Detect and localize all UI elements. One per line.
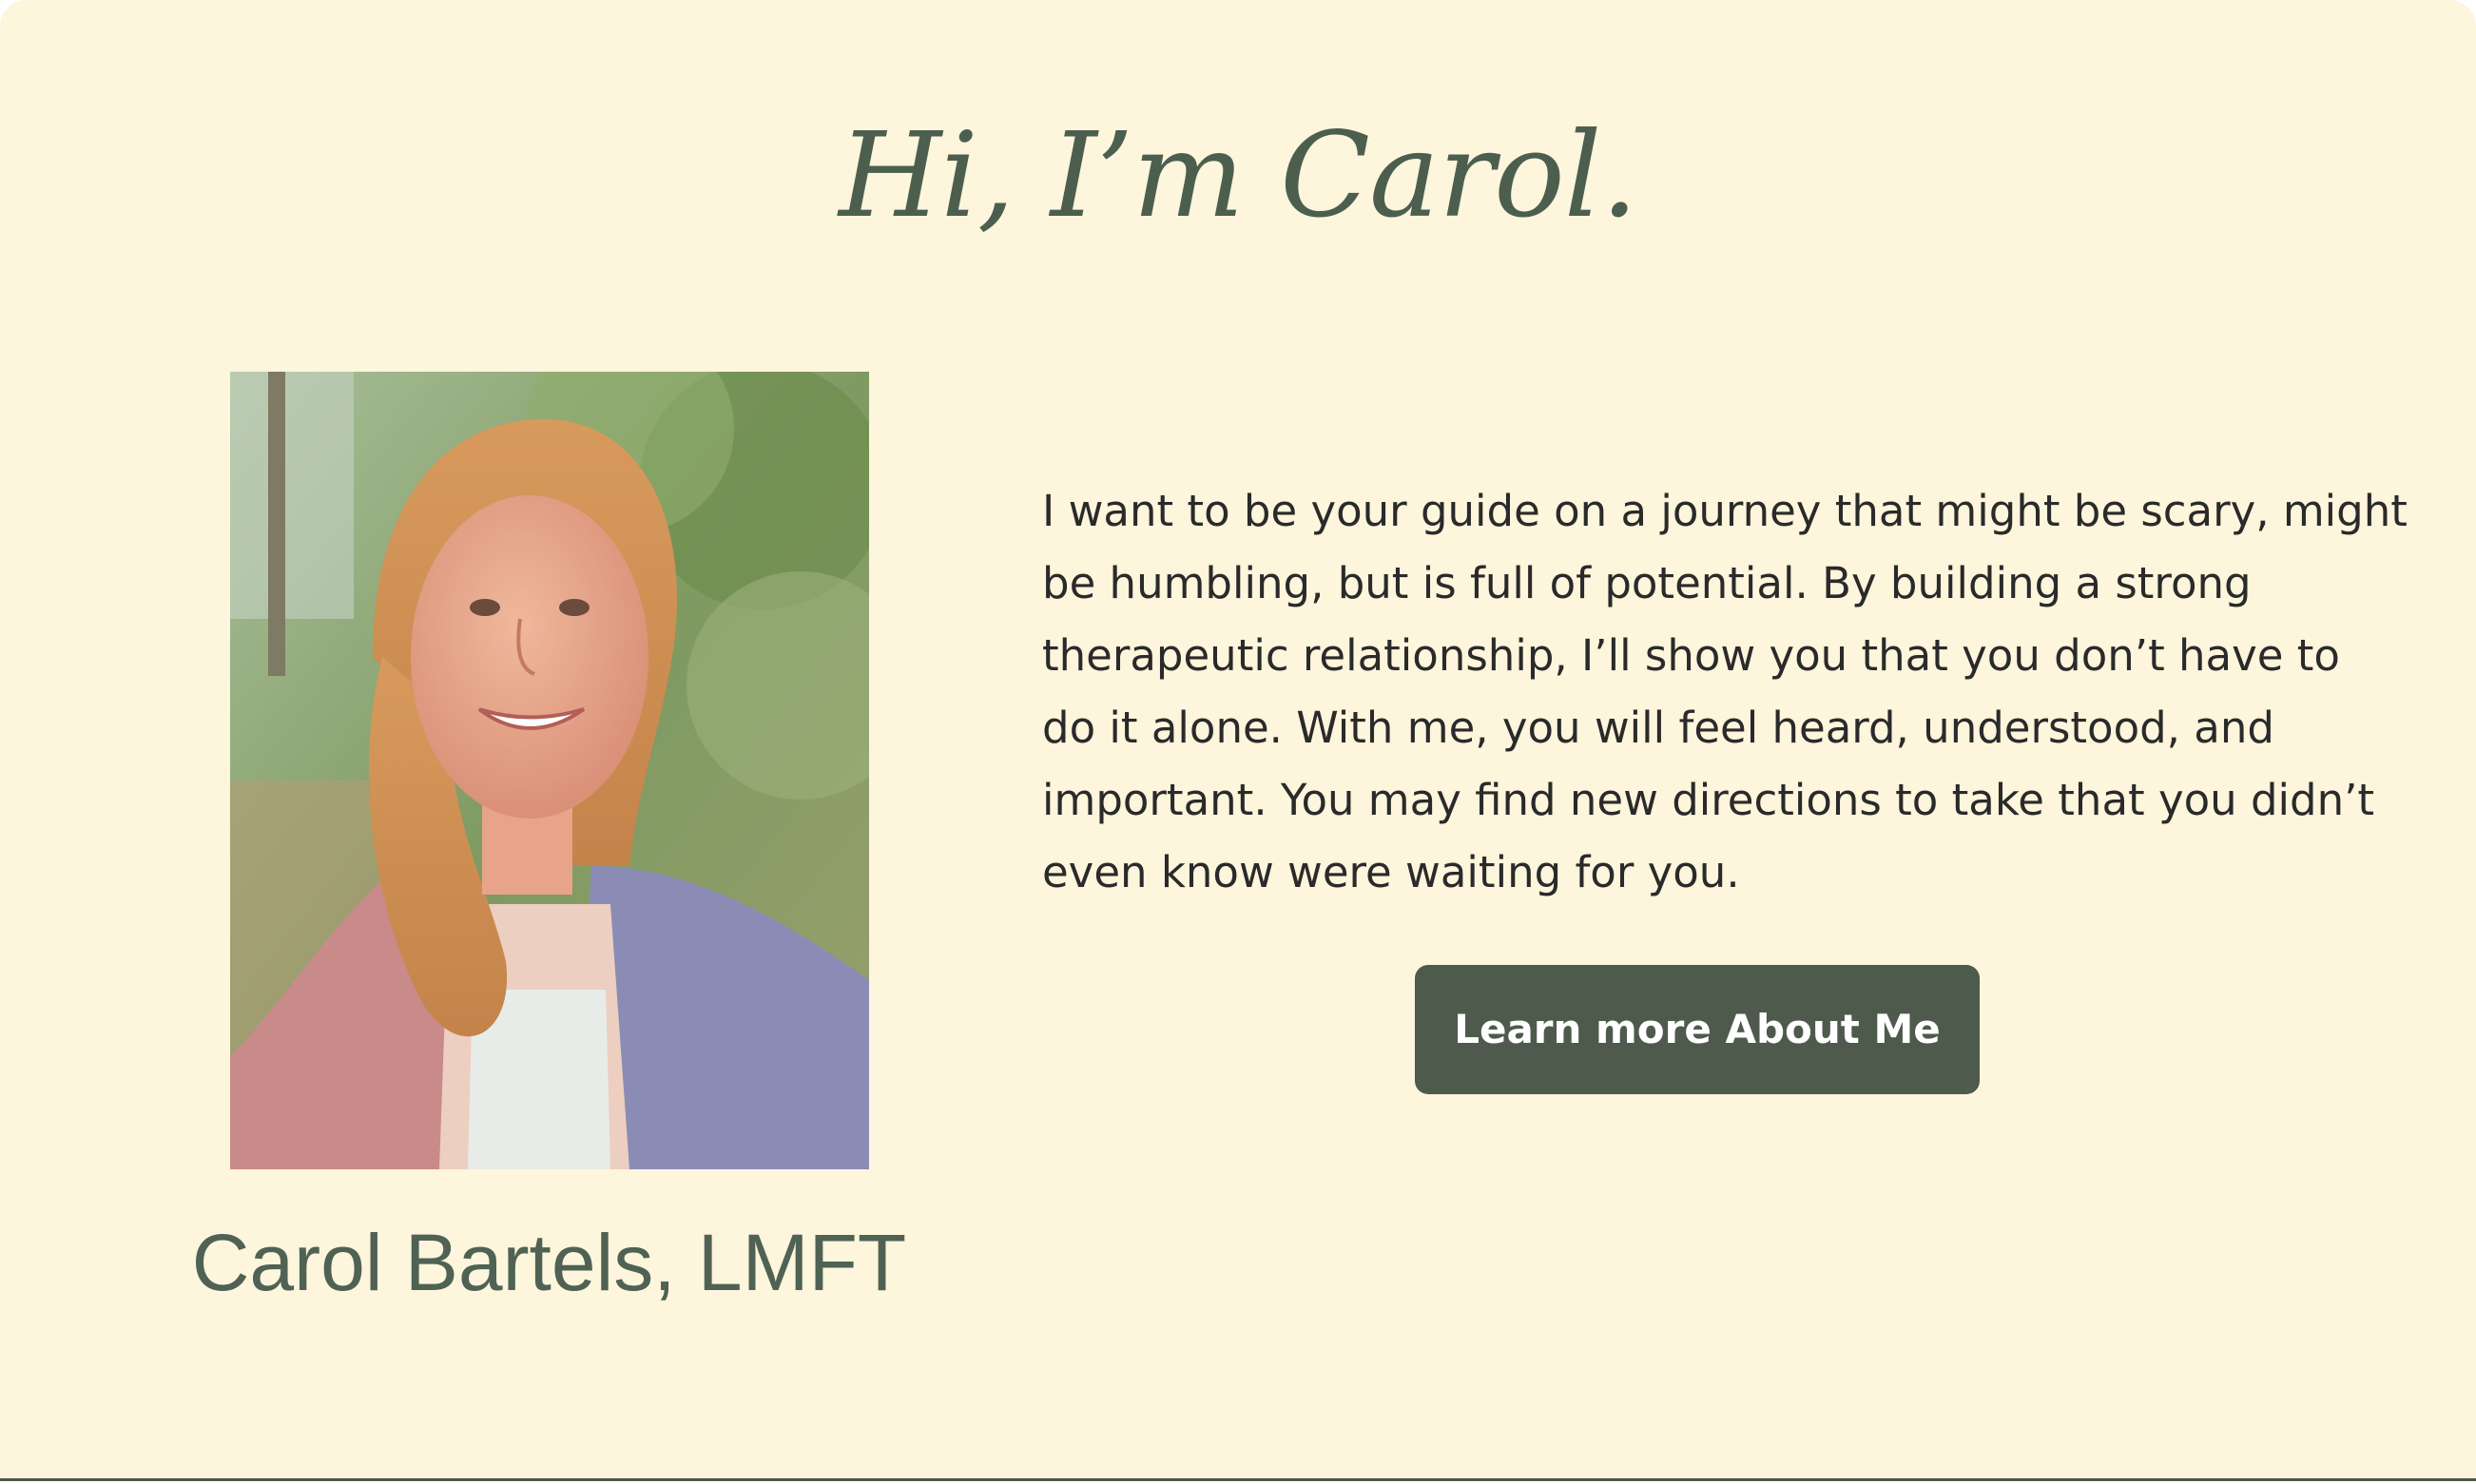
bio-line: therapeutic relationship, I’ll show you … (1042, 630, 2340, 681)
bio-line: be humbling, but is full of potential. B… (1042, 558, 2252, 608)
profile-name-caption: Carol Bartels, LMFT (191, 1218, 907, 1307)
bio-line: I want to be your guide on a journey tha… (1042, 486, 2408, 536)
section-heading: Hi, I’m Carol. (839, 107, 1638, 244)
about-section: Hi, I’m Carol. Carol Bartels, LMFT I wan… (0, 0, 2476, 1481)
profile-photo (230, 372, 869, 1169)
bio-paragraph: I want to be your guide on a journey tha… (1042, 475, 2408, 909)
bio-line: even know were waiting for you. (1042, 847, 1740, 897)
learn-more-about-me-button[interactable]: Learn more About Me (1415, 965, 1980, 1094)
bio-line: important. You may find new directions t… (1042, 775, 2375, 825)
bio-line: do it alone. With me, you will feel hear… (1042, 703, 2274, 753)
